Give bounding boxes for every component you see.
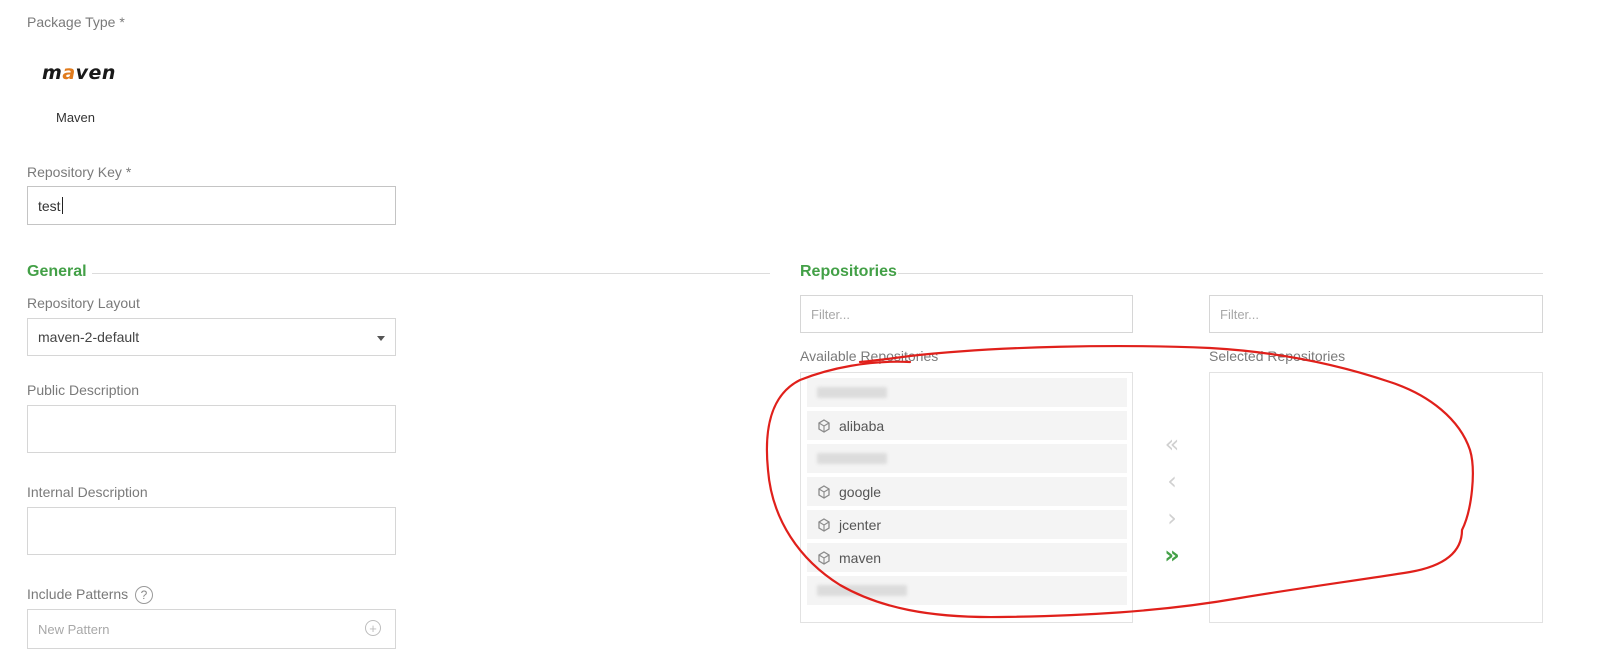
selected-filter-input[interactable]: Filter... (1209, 295, 1543, 333)
repository-icon (818, 550, 830, 565)
repositories-divider (898, 273, 1543, 274)
repository-layout-select[interactable]: maven-2-default (27, 318, 396, 356)
available-repositories-label: Available Repositories (800, 348, 939, 364)
package-type-name: Maven (56, 110, 96, 125)
repository-key-value: test (38, 197, 61, 214)
repository-layout-value: maven-2-default (38, 329, 140, 345)
public-description-label: Public Description (27, 382, 140, 398)
repository-icon (818, 418, 830, 433)
package-type-label: Package Type * (27, 14, 125, 30)
list-item[interactable]: maven (807, 543, 1127, 572)
available-filter-placeholder: Filter... (811, 306, 851, 322)
repo-name: jcenter (839, 516, 882, 533)
plus-circle-icon[interactable]: + (365, 620, 381, 636)
list-item[interactable]: jcenter (807, 510, 1127, 539)
public-description-field[interactable] (27, 405, 396, 453)
repo-name: google (839, 483, 882, 500)
repository-icon (818, 517, 830, 532)
add-one-button[interactable]: › (1160, 506, 1184, 530)
internal-description-field[interactable] (27, 507, 396, 555)
repository-key-label: Repository Key * (27, 164, 132, 180)
remove-one-button[interactable]: ‹ (1160, 469, 1184, 493)
repo-name: alibaba (839, 417, 885, 434)
list-item[interactable] (807, 378, 1127, 407)
available-filter-input[interactable]: Filter... (800, 295, 1133, 333)
repository-key-input[interactable]: test (27, 186, 396, 225)
question-circle-icon[interactable]: ? (135, 586, 153, 604)
list-item[interactable] (807, 444, 1127, 473)
general-section-title: General (27, 263, 87, 280)
selected-repositories-label: Selected Repositories (1209, 348, 1346, 364)
text-cursor (61, 197, 63, 214)
selected-filter-placeholder: Filter... (1220, 306, 1260, 322)
repositories-section-title: Repositories (800, 263, 897, 280)
list-item[interactable]: alibaba (807, 411, 1127, 440)
repository-icon (818, 484, 830, 499)
available-repositories-list[interactable]: alibaba google jcenter maven (800, 372, 1133, 623)
selected-repositories-list[interactable] (1209, 372, 1543, 623)
redacted-repo-name (817, 387, 887, 398)
include-patterns-label: Include Patterns (27, 586, 129, 602)
general-divider (92, 273, 770, 274)
maven-logo[interactable]: maven (42, 62, 116, 84)
repository-layout-label: Repository Layout (27, 295, 140, 311)
redacted-repo-name (817, 453, 887, 464)
include-patterns-input[interactable]: New Pattern + (27, 609, 396, 649)
list-item[interactable] (807, 576, 1127, 605)
repo-name: maven (839, 549, 882, 566)
add-all-button[interactable]: » (1160, 543, 1184, 567)
caret-down-icon (377, 336, 385, 341)
list-item[interactable]: google (807, 477, 1127, 506)
include-patterns-placeholder: New Pattern (38, 621, 110, 637)
redacted-repo-name (817, 585, 907, 596)
remove-all-button[interactable]: « (1160, 432, 1184, 456)
internal-description-label: Internal Description (27, 484, 148, 500)
